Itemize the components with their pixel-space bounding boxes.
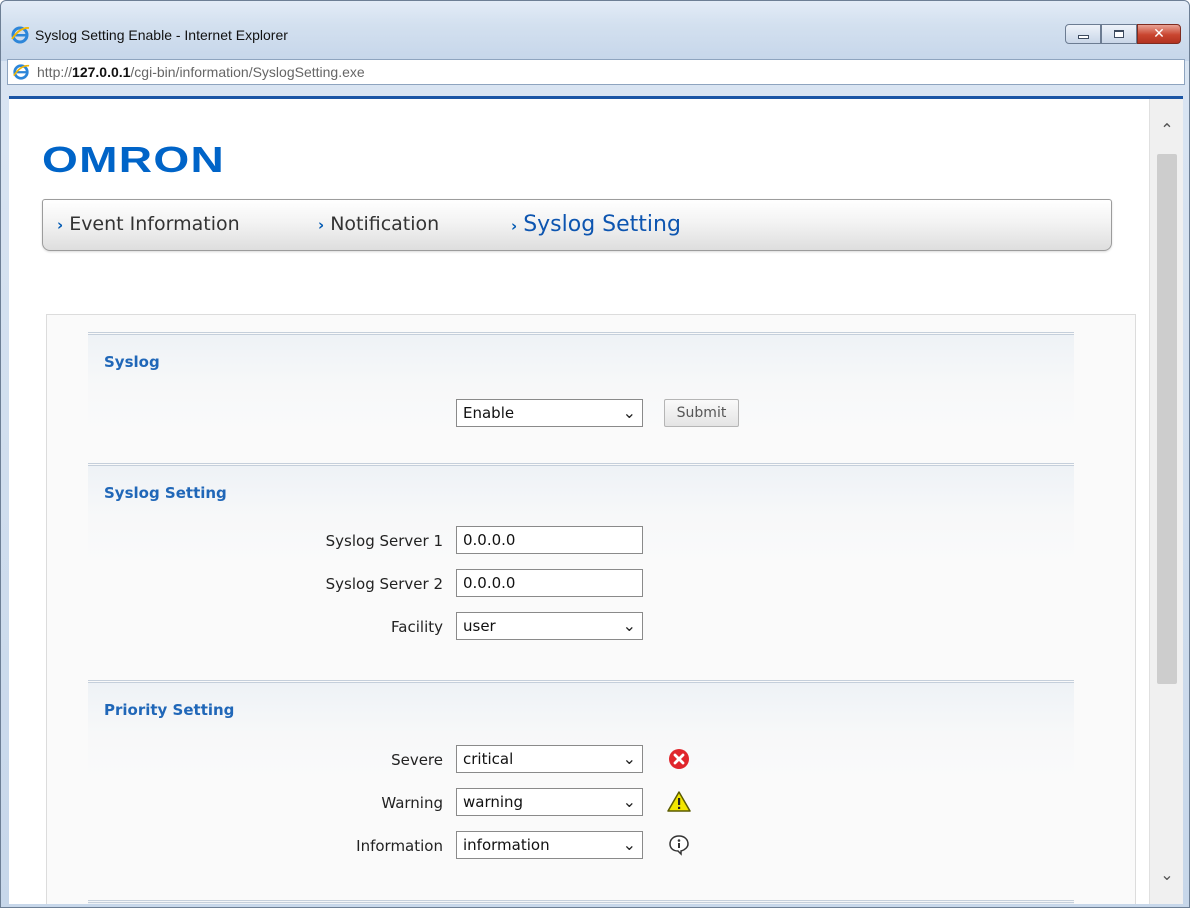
syslog-server1-label: Syslog Server 1 (325, 532, 443, 550)
syslog-server2-input[interactable]: 0.0.0.0 (456, 569, 643, 597)
priority-setting-section: Priority Setting Severe critical ⌄ Warni… (88, 680, 1074, 890)
information-label: Information (356, 837, 443, 855)
ie-logo-icon (11, 26, 30, 44)
scroll-down-icon[interactable]: ⌄ (1150, 854, 1183, 894)
syslog-enable-value: Enable (463, 404, 515, 422)
chevron-down-icon: ⌄ (622, 792, 636, 811)
facility-value: user (463, 617, 496, 635)
settings-panel: Syslog Enable ⌄ Submit Syslog Setting Sy… (46, 314, 1136, 904)
submit-button[interactable]: Submit (664, 399, 739, 427)
syslog-enable-select[interactable]: Enable ⌄ (456, 399, 643, 427)
facility-select[interactable]: user ⌄ (456, 612, 643, 640)
nav-item-label: Syslog Setting (523, 212, 681, 237)
close-icon: ✕ (1153, 26, 1165, 42)
browser-window: Syslog Setting Enable - Internet Explore… (0, 0, 1190, 908)
syslog-section: Syslog Enable ⌄ Submit (88, 332, 1074, 462)
chevron-down-icon: ⌄ (622, 749, 636, 768)
omron-logo: OMRON (42, 139, 226, 180)
warning-label: Warning (381, 794, 443, 812)
url-host: 127.0.0.1 (72, 64, 131, 80)
scroll-up-icon[interactable]: ⌃ (1150, 109, 1183, 149)
severe-value: critical (463, 750, 514, 768)
nav-item-notification[interactable]: › Notification (318, 213, 439, 235)
chevron-down-icon: ⌄ (622, 403, 636, 422)
severe-label: Severe (391, 751, 443, 769)
error-icon (669, 749, 689, 769)
info-icon (669, 835, 689, 856)
nav-item-label: Notification (330, 213, 440, 235)
facility-label: Facility (391, 618, 443, 636)
url-path: /cgi-bin/information/SyslogSetting.exe (130, 64, 365, 80)
next-section (88, 900, 1074, 904)
maximize-icon (1114, 30, 1124, 38)
scroll-thumb[interactable] (1157, 154, 1177, 684)
title-bar: Syslog Setting Enable - Internet Explore… (1, 1, 1189, 61)
warning-icon (667, 791, 691, 812)
warning-select[interactable]: warning ⌄ (456, 788, 643, 816)
ie-page-icon (13, 64, 30, 80)
chevron-right-icon: › (318, 216, 325, 234)
information-select[interactable]: information ⌄ (456, 831, 643, 859)
main-nav: › Event Information › Notification › Syslog… (42, 199, 1112, 251)
syslog-setting-section-title: Syslog Setting (104, 484, 227, 502)
window-controls: ✕ (1065, 24, 1181, 44)
chevron-down-icon: ⌄ (622, 616, 636, 635)
address-url[interactable]: http://127.0.0.1/cgi-bin/information/Sys… (37, 64, 365, 80)
warning-value: warning (463, 793, 524, 811)
syslog-server2-label: Syslog Server 2 (325, 575, 443, 593)
nav-item-syslog-setting[interactable]: › Syslog Setting (511, 212, 681, 237)
severe-select[interactable]: critical ⌄ (456, 745, 643, 773)
information-value: information (463, 836, 550, 854)
nav-item-event-information[interactable]: › Event Information (57, 213, 240, 235)
window-title: Syslog Setting Enable - Internet Explore… (35, 27, 288, 43)
vertical-scrollbar[interactable]: ⌃ ⌄ (1149, 99, 1183, 904)
chevron-right-icon: › (57, 216, 64, 234)
syslog-setting-section: Syslog Setting Syslog Server 1 0.0.0.0 S… (88, 463, 1074, 673)
syslog-server1-input[interactable]: 0.0.0.0 (456, 526, 643, 554)
address-bar[interactable]: http://127.0.0.1/cgi-bin/information/Sys… (7, 59, 1185, 85)
chevron-right-icon: › (511, 217, 518, 235)
nav-item-label: Event Information (69, 213, 240, 235)
priority-setting-section-title: Priority Setting (104, 701, 235, 719)
page-viewport: OMRON › Event Information › Notification ›… (9, 96, 1183, 904)
maximize-button[interactable] (1101, 24, 1137, 44)
minimize-button[interactable] (1065, 24, 1101, 44)
url-prefix: http:// (37, 64, 73, 80)
chevron-down-icon: ⌄ (622, 835, 636, 854)
minimize-icon (1077, 35, 1089, 39)
close-button[interactable]: ✕ (1137, 24, 1181, 44)
syslog-section-title: Syslog (104, 353, 160, 371)
